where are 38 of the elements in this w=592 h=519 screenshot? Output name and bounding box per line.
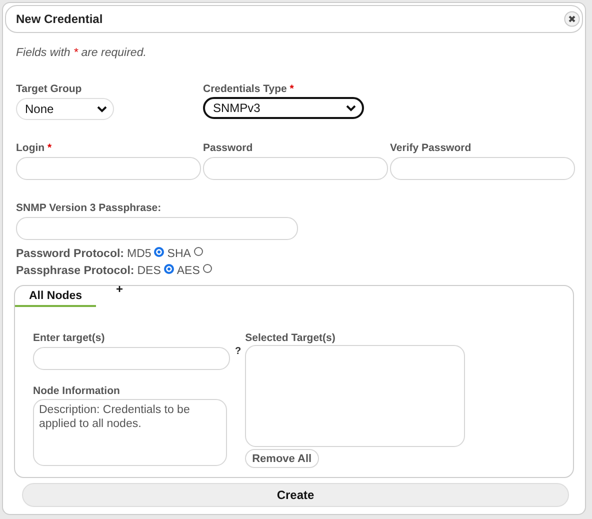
close-icon[interactable] [564, 11, 580, 27]
remove-all-button[interactable]: Remove All [245, 449, 319, 468]
protocol-label: Passphrase Protocol: [16, 264, 134, 276]
input-field[interactable] [33, 347, 230, 370]
field-label: Verify Password [390, 142, 472, 155]
tab[interactable]: All Nodes [15, 286, 96, 307]
protocol-option-label: MD5 [127, 248, 152, 260]
chevron-down-icon [97, 106, 107, 112]
create-button[interactable]: Create [22, 483, 569, 507]
selected-targets-list[interactable] [245, 345, 466, 447]
chevron-down-icon [346, 104, 356, 112]
field-label: Node Information [33, 385, 121, 398]
dropdown[interactable]: SNMPv3 [203, 97, 364, 119]
input-field[interactable] [16, 217, 298, 240]
input-field[interactable] [390, 157, 575, 180]
field-label: Selected Target(s) [245, 332, 336, 345]
add-tab-button[interactable]: + [116, 282, 124, 296]
radio-button[interactable] [202, 264, 212, 273]
dropdown[interactable]: None [16, 98, 114, 120]
dialog-title: New Credential [16, 12, 103, 26]
field-label: Login * [16, 142, 53, 155]
radio-button[interactable] [164, 264, 174, 274]
input-field[interactable] [203, 157, 388, 180]
radio-button[interactable] [194, 247, 203, 256]
protocol-option-label: SHA [167, 248, 191, 260]
input-field[interactable] [16, 157, 201, 180]
radio-button[interactable] [154, 246, 164, 256]
field-label: Password [203, 142, 254, 155]
field-label: Credentials Type * [203, 83, 295, 96]
text-area[interactable]: Description: Credentials to be applied to all nodes. [33, 399, 227, 466]
help-mark[interactable]: ? [235, 346, 242, 358]
protocol-label: Password Protocol: [16, 248, 124, 260]
required-note: Fields with * are required. [16, 47, 148, 61]
field-label: Target Group [16, 83, 83, 96]
field-label: SNMP Version 3 Passphrase: [16, 202, 162, 215]
protocol-option-label: DES [137, 264, 161, 276]
field-label: Enter target(s) [33, 332, 106, 345]
protocol-option-label: AES [176, 264, 200, 276]
